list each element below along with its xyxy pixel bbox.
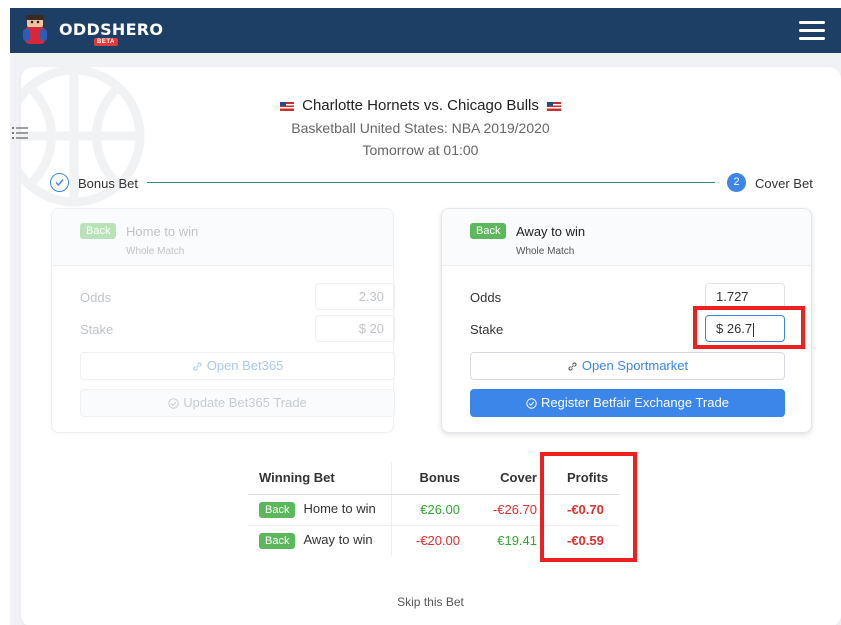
brand-name[interactable]: ODDSHERO — [59, 20, 163, 39]
step-connector — [147, 182, 715, 183]
bet-market: Whole Match — [126, 246, 185, 257]
register-betfair-trade-button[interactable]: Register Betfair Exchange Trade — [470, 389, 785, 417]
link-icon — [193, 362, 202, 371]
match-title: Charlotte Hornets vs. Chicago Bulls — [302, 97, 539, 114]
header-bonus: Bonus — [391, 462, 469, 495]
check-circle-icon — [526, 398, 537, 409]
open-bet365-label: Open Bet365 — [206, 358, 284, 373]
odds-field[interactable]: 2.30 — [315, 283, 395, 310]
stake-highlight-box — [693, 306, 805, 349]
link-icon — [568, 362, 577, 371]
bet-market: Whole Match — [516, 246, 575, 257]
winning-bet-cell: Back Home to win — [248, 494, 392, 526]
back-badge: Back — [80, 223, 117, 239]
step-1-check-icon[interactable] — [50, 173, 69, 192]
stake-field[interactable]: $ 20 — [315, 315, 395, 342]
us-flag-icon — [546, 101, 561, 111]
skip-bet-link[interactable]: Skip this Bet — [0, 595, 841, 609]
open-sportmarket-label: Open Sportmarket — [581, 358, 689, 373]
update-bet365-label: Update Bet365 Trade — [183, 395, 307, 410]
bonus-cell: -€20.00 — [415, 533, 460, 549]
cover-cell: €19.41 — [497, 533, 537, 549]
hamburger-menu-icon[interactable] — [799, 21, 825, 41]
outcome-label: Home to win — [303, 501, 376, 516]
cover-cell: -€26.70 — [469, 494, 546, 526]
bet-selection: Away to win — [516, 224, 586, 239]
register-betfair-trade-label: Register Betfair Exchange Trade — [541, 395, 729, 410]
profits-highlight-box — [540, 452, 637, 562]
us-flag-icon — [280, 101, 295, 111]
open-sportmarket-button[interactable]: Open Sportmarket — [470, 352, 785, 380]
step-2-number[interactable]: 2 — [727, 173, 746, 192]
back-badge: Back — [470, 223, 507, 239]
back-badge: Back — [259, 533, 296, 550]
step-1-label[interactable]: Bonus Bet — [78, 176, 138, 191]
match-league: Basketball United States: NBA 2019/2020 — [291, 120, 550, 136]
stake-label: Stake — [80, 322, 114, 337]
bonus-bet-panel: Back Home to win Whole Match Odds 2.30 S… — [51, 208, 395, 433]
match-title-row: Charlotte Hornets vs. Chicago Bulls — [0, 97, 841, 114]
winning-bet-cell: Back Away to win — [248, 525, 392, 556]
mascot-logo-icon[interactable] — [22, 14, 48, 46]
odds-label: Odds — [470, 290, 502, 305]
back-badge: Back — [259, 502, 296, 518]
step-2-label[interactable]: Cover Bet — [755, 176, 813, 191]
stake-label: Stake — [470, 322, 504, 337]
top-navbar: ODDSHERO BETA — [10, 8, 841, 53]
beta-badge: BETA — [94, 38, 118, 46]
open-bet365-button[interactable]: Open Bet365 — [80, 352, 395, 380]
odds-label: Odds — [80, 290, 112, 305]
match-time: Tomorrow at 01:00 — [362, 142, 479, 158]
update-bet365-button[interactable]: Update Bet365 Trade — [80, 389, 395, 417]
header-cover: Cover — [469, 462, 546, 495]
outcome-label: Away to win — [303, 532, 373, 548]
check-circle-icon — [168, 398, 179, 409]
bet-selection: Home to win — [126, 224, 199, 239]
header-winning-bet: Winning Bet — [248, 462, 392, 495]
bonus-cell: €26.00 — [391, 494, 469, 526]
